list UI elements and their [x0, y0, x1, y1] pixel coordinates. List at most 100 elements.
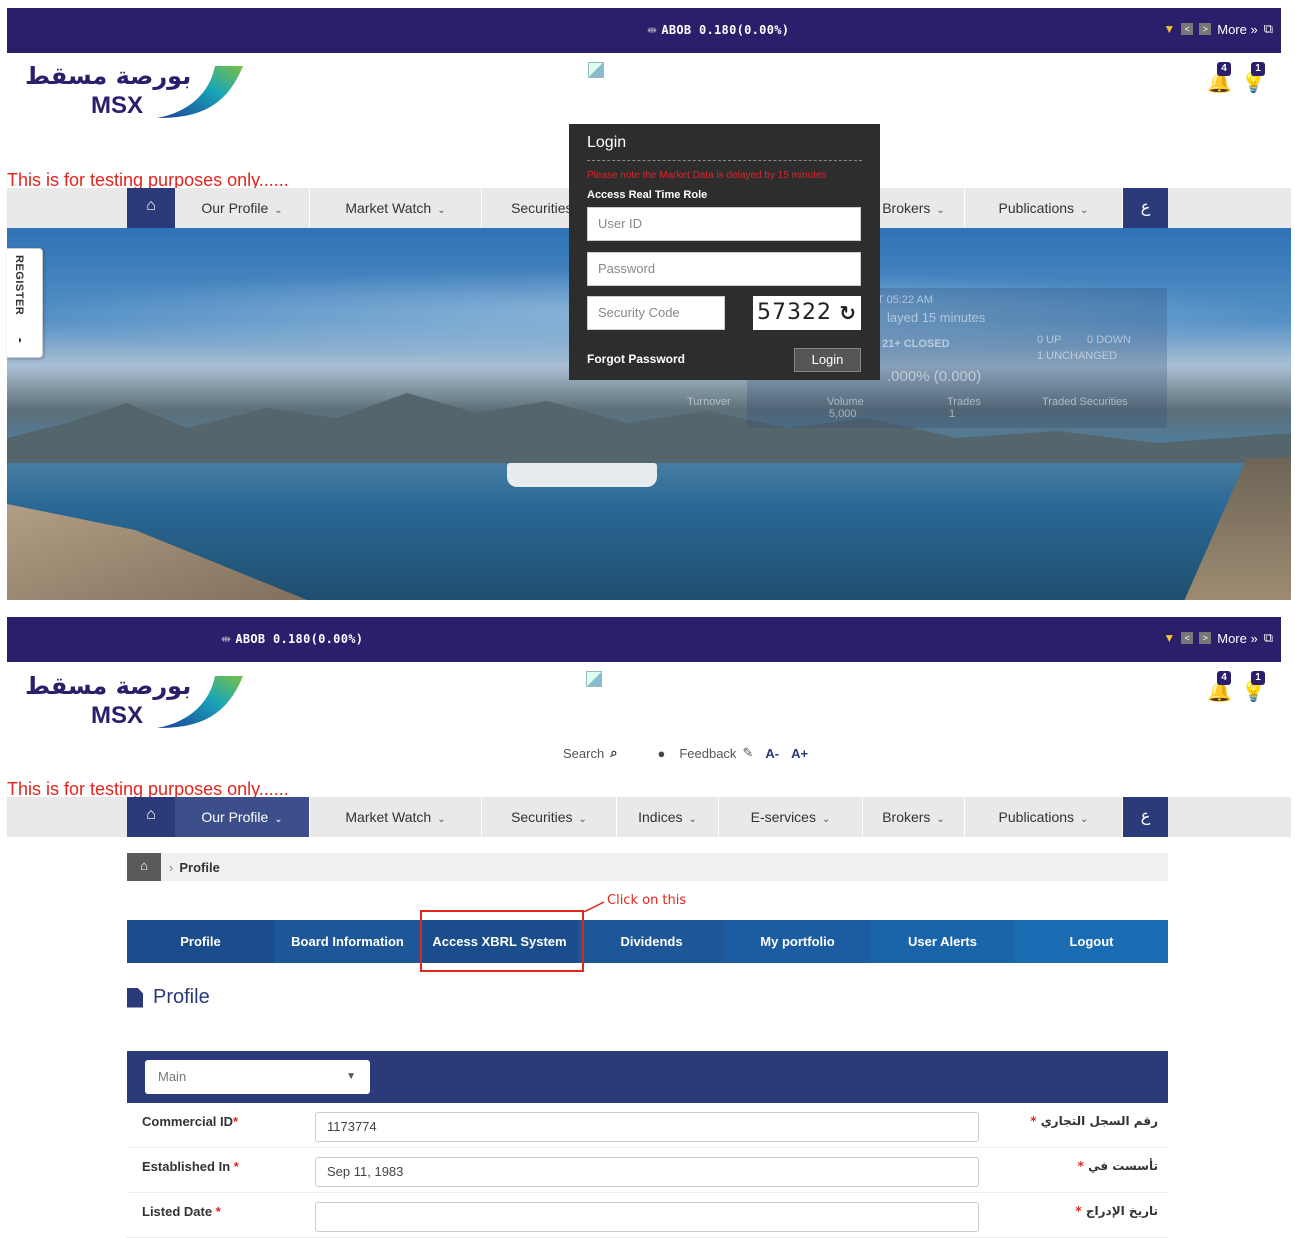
user-icon: ● — [657, 745, 666, 761]
notification-icons: 🔔 4 💡 1 — [1205, 62, 1266, 94]
tag-icon: ◗ — [17, 335, 24, 346]
feedback-link[interactable]: Feedback — [679, 746, 736, 761]
more-link[interactable]: More » — [1217, 631, 1257, 646]
home-icon[interactable]: ⌂ — [127, 853, 161, 881]
login-button[interactable]: Login — [794, 348, 861, 372]
chevron-right-icon: › — [169, 860, 174, 875]
ticker-tools: ▼ < > More » ⧉ — [1163, 630, 1273, 646]
nav-brokers[interactable]: Brokers ⌄ — [863, 797, 965, 837]
login-modal: Login Please note the Market Data is del… — [569, 124, 880, 380]
nav-securities[interactable]: Securities⌄ — [482, 797, 617, 837]
register-tab[interactable]: REGISTER ◗ — [7, 248, 43, 358]
ship-image — [507, 463, 657, 487]
captcha-image: 57322 ↻ — [753, 296, 861, 330]
language-toggle[interactable]: ع — [1123, 188, 1168, 228]
broken-image-icon — [588, 62, 604, 78]
language-toggle[interactable]: ع — [1123, 797, 1168, 837]
filter-icon[interactable]: ▼ — [1163, 631, 1175, 645]
chevron-down-icon: ⌄ — [688, 814, 697, 825]
section-select[interactable]: Main ▼ — [145, 1060, 370, 1094]
ticker-arrow-icon: ⇹ — [647, 23, 658, 37]
tab-logout[interactable]: Logout — [1015, 920, 1168, 963]
search-icon[interactable]: ⌕ — [610, 745, 617, 761]
alerts-bell[interactable]: 🔔 4 — [1205, 671, 1232, 703]
font-decrease-button[interactable]: A- — [765, 746, 779, 761]
prev-icon[interactable]: < — [1181, 632, 1194, 644]
page-title: Profile — [127, 986, 210, 1009]
password-field[interactable]: Password — [587, 252, 861, 286]
tab-user-alerts[interactable]: User Alerts — [870, 920, 1015, 963]
annotation-line — [584, 901, 605, 912]
field-listed-date: Listed Date * تاريخ الإدراج * — [127, 1194, 1168, 1238]
chevron-down-icon: ⌄ — [936, 814, 945, 825]
chevron-down-icon: ⌄ — [437, 205, 446, 216]
chevron-down-icon: ⌄ — [821, 814, 831, 825]
search-link[interactable]: Search — [563, 746, 604, 761]
nav-our-profile[interactable]: Our Profile ⌄ — [175, 797, 310, 837]
ticker-item[interactable]: ⇹ ABOB 0.180(0.00%) — [221, 632, 363, 646]
field-established-in: Established In * Sep 11, 1983 تأسست في * — [127, 1149, 1168, 1193]
security-code-field[interactable]: Security Code — [587, 296, 725, 330]
tab-my-portfolio[interactable]: My portfolio — [725, 920, 870, 963]
nav-market-watch[interactable]: Market Watch ⌄ — [310, 797, 482, 837]
external-link-icon[interactable]: ⧉ — [1264, 630, 1273, 646]
nav-e-services[interactable]: E-services ⌄ — [719, 797, 863, 837]
main-nav-2: ⌂ Our Profile ⌄ Market Watch ⌄ Securities ⌄… — [7, 797, 1291, 837]
msx-logo[interactable]: بورصة مسقط MSX — [25, 672, 250, 734]
chevron-down-icon: ⌄ — [1080, 814, 1089, 825]
field-commercial-id: Commercial ID* 1173774 رقم السجل التجاري… — [127, 1104, 1168, 1148]
tab-profile[interactable]: Profile — [127, 920, 274, 963]
annotation-hint: Click on this — [607, 893, 687, 908]
filter-icon[interactable]: ▼ — [1163, 22, 1175, 36]
msx-logo[interactable]: بورصة مسقط MSX — [25, 62, 250, 124]
established-in-input[interactable]: Sep 11, 1983 — [315, 1157, 979, 1187]
prev-icon[interactable]: < — [1181, 23, 1194, 35]
tab-dividends[interactable]: Dividends — [578, 920, 725, 963]
forgot-password-link[interactable]: Forgot Password — [587, 352, 685, 366]
tab-board-information[interactable]: Board Information — [274, 920, 421, 963]
chevron-down-icon: ⌄ — [578, 814, 587, 825]
next-icon[interactable]: > — [1199, 632, 1212, 644]
chevron-down-icon: ⌄ — [1080, 205, 1089, 216]
nav-publications[interactable]: Publications ⌄ — [965, 797, 1123, 837]
next-icon[interactable]: > — [1199, 23, 1212, 35]
nav-market-watch[interactable]: Market Watch ⌄ — [310, 188, 482, 228]
edit-icon[interactable]: ✎ — [742, 745, 753, 761]
breadcrumb: ⌂ › Profile — [127, 853, 1168, 881]
annotation-highlight-box — [420, 910, 584, 972]
chevron-down-icon: ⌄ — [437, 814, 446, 825]
ticker-item[interactable]: ⇹ ABOB 0.180(0.00%) — [647, 23, 789, 37]
dropdown-arrow-icon: ▼ — [346, 1071, 356, 1082]
chevron-down-icon: ⌄ — [274, 205, 283, 216]
tips-bulb[interactable]: 💡 1 — [1239, 62, 1266, 94]
document-icon — [127, 987, 143, 1008]
refresh-icon[interactable]: ↻ — [839, 296, 857, 330]
commercial-id-input[interactable]: 1173774 — [315, 1112, 979, 1142]
chevron-down-icon: ⌄ — [936, 205, 945, 216]
more-link[interactable]: More » — [1217, 22, 1257, 37]
nav-our-profile[interactable]: Our Profile ⌄ — [175, 188, 310, 228]
tips-bulb[interactable]: 💡 1 — [1239, 671, 1266, 703]
ticker-arrow-icon: ⇹ — [221, 632, 232, 646]
font-increase-button[interactable]: A+ — [791, 746, 808, 761]
profile-tabs: Profile Board Information Access XBRL Sy… — [127, 920, 1168, 963]
userid-field[interactable]: User ID — [587, 207, 861, 241]
home-icon[interactable]: ⌂ — [127, 797, 175, 837]
profile-panel-header: Main ▼ — [127, 1051, 1168, 1103]
logo-swoosh-icon — [157, 676, 243, 728]
ticker-tools: ▼ < > More » ⧉ — [1163, 21, 1273, 37]
listed-date-input[interactable] — [315, 1202, 979, 1232]
delay-note: Please note the Market Data is delayed b… — [587, 170, 827, 181]
ticker-bar-2: ⇹ ABOB 0.180(0.00%) ▼ < > More » ⧉ — [7, 617, 1281, 662]
ticker-bar: ⇹ ABOB 0.180(0.00%) ▼ < > More » ⧉ — [7, 8, 1281, 53]
home-icon[interactable]: ⌂ — [127, 188, 175, 228]
notification-icons: 🔔 4 💡 1 — [1205, 671, 1266, 703]
alerts-bell[interactable]: 🔔 4 — [1205, 62, 1232, 94]
nav-publications[interactable]: Publications ⌄ — [965, 188, 1123, 228]
logo-swoosh-icon — [157, 66, 243, 118]
chevron-down-icon: ⌄ — [274, 814, 283, 825]
header-tools: Search ⌕ ● Feedback ✎ A- A+ — [563, 745, 808, 761]
role-label: Access Real Time Role — [587, 189, 708, 201]
external-link-icon[interactable]: ⧉ — [1264, 21, 1273, 37]
nav-indices[interactable]: Indices ⌄ — [617, 797, 719, 837]
